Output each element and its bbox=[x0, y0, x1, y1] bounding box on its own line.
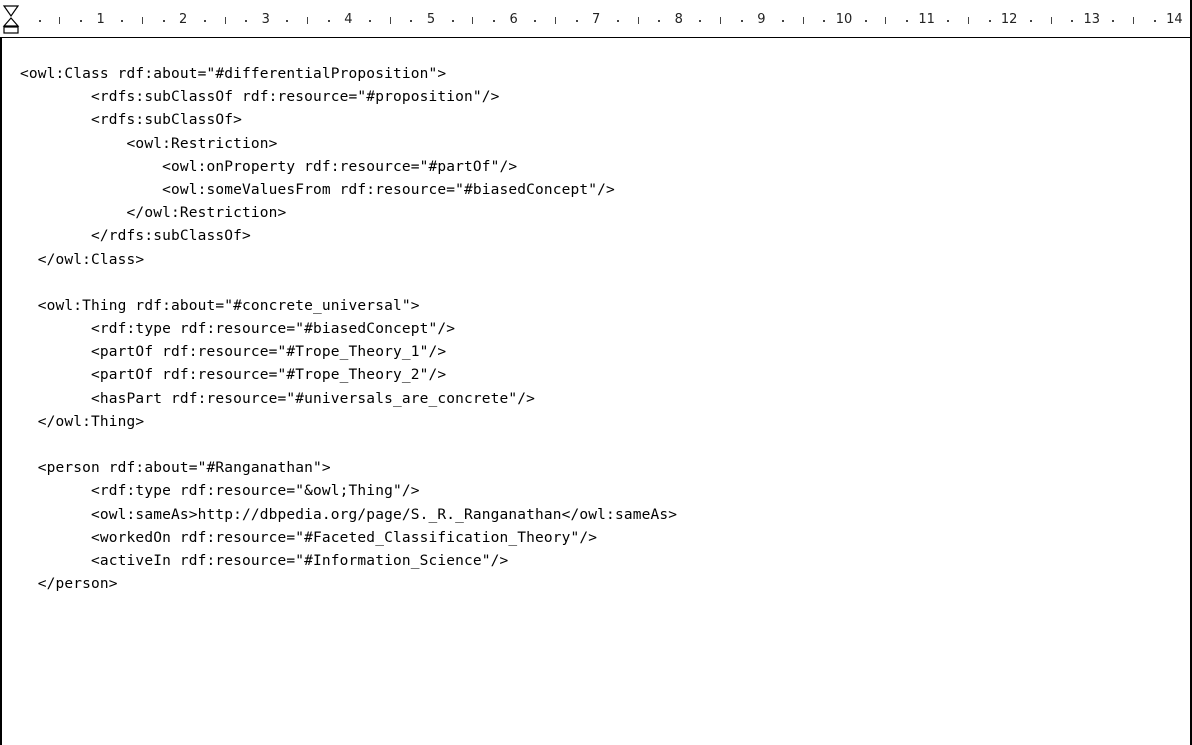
ruler-tick bbox=[699, 20, 702, 22]
ruler-tick bbox=[59, 17, 61, 24]
code-line: <rdfs:subClassOf> bbox=[20, 112, 242, 129]
ruler-tick bbox=[203, 20, 206, 22]
ruler-tick bbox=[782, 20, 785, 22]
ruler-tick bbox=[389, 17, 391, 24]
ruler-tick bbox=[823, 20, 826, 22]
ruler-number: 7 bbox=[592, 12, 601, 27]
ruler-tick bbox=[554, 17, 556, 24]
ruler-tick bbox=[369, 20, 372, 22]
code-line: <activeIn rdf:resource="#Information_Sci… bbox=[20, 552, 509, 569]
ruler-number: 13 bbox=[1083, 12, 1101, 27]
ruler-number: 4 bbox=[344, 12, 353, 27]
code-line: <person rdf:about="#Ranganathan"> bbox=[20, 460, 331, 477]
ruler-number: 12 bbox=[1000, 12, 1018, 27]
ruler-tick bbox=[141, 17, 143, 24]
code-line: <rdfs:subClassOf rdf:resource="#proposit… bbox=[20, 89, 500, 106]
ruler-tick bbox=[616, 20, 619, 22]
code-line: <owl:onProperty rdf:resource="#partOf"/> bbox=[20, 158, 518, 175]
ruler-tick bbox=[534, 20, 537, 22]
ruler-tick bbox=[121, 20, 124, 22]
ruler-number: 3 bbox=[261, 12, 270, 27]
ruler-tick bbox=[740, 20, 743, 22]
code-line: <owl:someValuesFrom rdf:resource="#biase… bbox=[20, 181, 615, 198]
code-line: <owl:Class rdf:about="#differentialPropo… bbox=[20, 66, 447, 82]
horizontal-ruler[interactable]: 1 2 3 4 5 6 7 8 9 10 11 12 13 14 bbox=[0, 0, 1190, 38]
ruler-number: 11 bbox=[918, 12, 935, 27]
code-line: <owl:Thing rdf:about="#concrete_universa… bbox=[20, 297, 420, 314]
ruler-tick bbox=[492, 20, 495, 22]
ruler-bottom-border bbox=[0, 37, 1190, 38]
ruler-tick bbox=[988, 20, 991, 22]
ruler-tick bbox=[451, 20, 454, 22]
ruler-tick bbox=[162, 20, 165, 22]
code-line: </rdfs:subClassOf> bbox=[20, 228, 251, 245]
ruler-tick bbox=[286, 20, 289, 22]
ruler-tick bbox=[967, 17, 969, 24]
ruler-scale: 1 2 3 4 5 6 7 8 9 10 11 12 13 14 bbox=[18, 8, 1190, 30]
code-line: <partOf rdf:resource="#Trope_Theory_1"/> bbox=[20, 344, 447, 361]
code-line: <owl:Restriction> bbox=[20, 135, 278, 152]
ruler-number: 5 bbox=[426, 12, 436, 27]
ruler-number: 2 bbox=[179, 12, 188, 27]
ruler-tick bbox=[658, 20, 661, 22]
ruler-number: 1 bbox=[96, 12, 105, 27]
ruler-tick bbox=[885, 17, 887, 24]
code-line: </owl:Class> bbox=[20, 251, 145, 268]
ruler-tick bbox=[637, 17, 639, 24]
ruler-number: 14 bbox=[1166, 12, 1183, 27]
code-line: <rdf:type rdf:resource="#biasedConcept"/… bbox=[20, 321, 456, 338]
ruler-tick bbox=[38, 20, 41, 22]
code-line: </owl:Restriction> bbox=[20, 205, 287, 222]
ruler-tick bbox=[1050, 17, 1052, 24]
page-left-border bbox=[0, 38, 2, 745]
ruler-tick bbox=[410, 20, 413, 22]
ruler-tick bbox=[720, 17, 722, 24]
ruler-tick bbox=[802, 17, 804, 24]
ruler-tick bbox=[79, 20, 82, 22]
code-line: </person> bbox=[20, 576, 118, 593]
ruler-tick bbox=[1029, 20, 1032, 22]
ruler-tick bbox=[1133, 17, 1135, 24]
code-editor[interactable]: <owl:Class rdf:about="#differentialPropo… bbox=[20, 63, 1188, 596]
ruler-number: 6 bbox=[509, 12, 518, 27]
ruler-tick bbox=[575, 20, 578, 22]
code-line: <partOf rdf:resource="#Trope_Theory_2"/> bbox=[20, 367, 447, 384]
code-line: <rdf:type rdf:resource="&owl;Thing"/> bbox=[20, 483, 420, 500]
ruler-tick bbox=[864, 20, 867, 22]
code-line: <hasPart rdf:resource="#universals_are_c… bbox=[20, 390, 536, 407]
ruler-tick bbox=[1071, 20, 1074, 22]
ruler-tick bbox=[1153, 20, 1156, 22]
ruler-tick bbox=[947, 20, 950, 22]
ruler-tick bbox=[1112, 20, 1115, 22]
ruler-number: 8 bbox=[674, 12, 683, 27]
ruler-number: 9 bbox=[757, 12, 766, 27]
ruler-tick bbox=[905, 20, 908, 22]
ruler-tick bbox=[472, 17, 474, 24]
code-line: </owl:Thing> bbox=[20, 413, 145, 430]
ruler-number: 10 bbox=[835, 12, 853, 27]
ruler-tick bbox=[307, 17, 309, 24]
code-line: <workedOn rdf:resource="#Faceted_Classif… bbox=[20, 529, 598, 546]
code-line: <owl:sameAs>http://dbpedia.org/page/S._R… bbox=[20, 506, 678, 523]
ruler-tick bbox=[245, 20, 248, 22]
ruler-tick bbox=[224, 17, 226, 24]
ruler-tick bbox=[327, 20, 330, 22]
